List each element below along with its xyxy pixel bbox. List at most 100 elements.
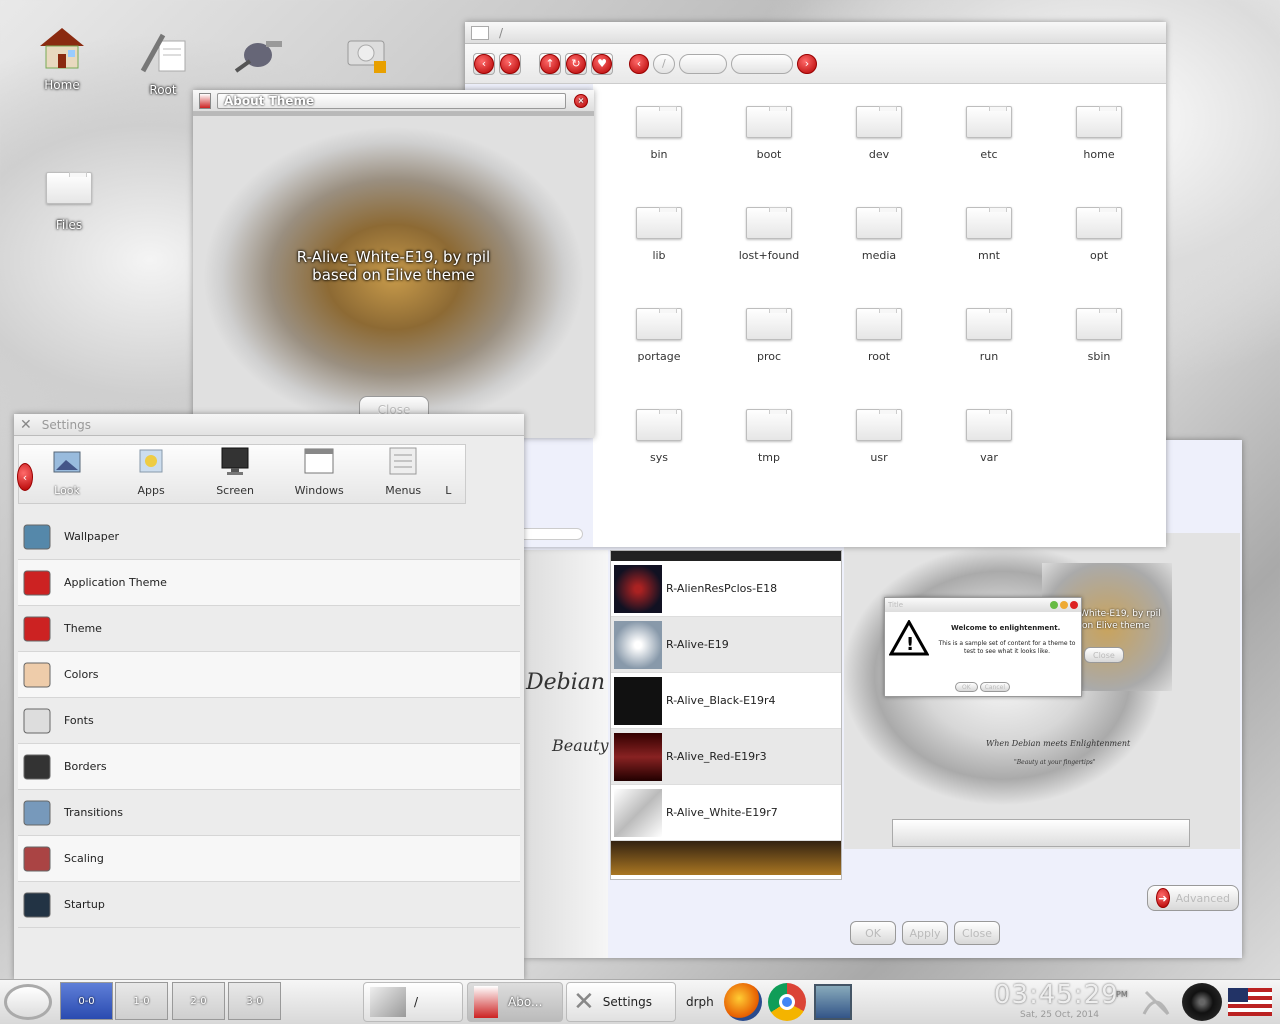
folder-icon [856, 106, 902, 138]
desktop-icon-plug[interactable] [218, 27, 298, 79]
start-menu-icon[interactable] [4, 984, 52, 1020]
folder-item[interactable]: opt [1049, 207, 1149, 262]
task-about-theme[interactable]: Abo... [467, 982, 563, 1022]
folder-item[interactable]: media [829, 207, 929, 262]
folder-item[interactable]: sbin [1049, 308, 1149, 363]
path-segment[interactable] [679, 53, 727, 74]
path-back-icon[interactable]: ‹ [629, 53, 649, 74]
settings-item[interactable]: Startup [18, 882, 520, 928]
desktop-icon-files[interactable]: Files [29, 162, 109, 232]
file-manager-titlebar[interactable]: / [465, 22, 1166, 44]
theme-thumbnail [614, 788, 662, 837]
folder-item[interactable]: dev [829, 106, 929, 161]
folder-item[interactable]: var [939, 409, 1039, 464]
refresh-button[interactable]: ↻ [565, 52, 587, 75]
close-button[interactable]: Close [954, 921, 1000, 945]
preview-popup-title: Title [888, 601, 904, 609]
about-theme-line2: based on Elive theme [312, 266, 475, 284]
desktop-icon-root[interactable]: Root [123, 27, 203, 97]
task-file-manager[interactable]: / [363, 982, 463, 1022]
folder-item[interactable]: mnt [939, 207, 1039, 262]
close-window-icon[interactable]: × [574, 93, 588, 108]
theme-list-item[interactable]: R-Alive_White-E19r7 [611, 785, 841, 841]
settings-window: ✕ Settings ‹ Look Apps Screen Windows Me… [14, 414, 524, 980]
folder-item[interactable]: home [1049, 106, 1149, 161]
settings-item-label: Wallpaper [64, 530, 120, 543]
category-windows[interactable]: Windows [277, 444, 361, 503]
network-icon[interactable] [1140, 986, 1172, 1018]
task-drph[interactable]: drph [680, 982, 720, 1022]
folder-item[interactable]: sys [609, 409, 709, 464]
theme-list[interactable]: R-AlienResPclos-E18 R-Alive-E19 R-Alive_… [610, 550, 842, 880]
category-partial[interactable]: L [445, 444, 465, 503]
settings-item[interactable]: Borders [18, 744, 520, 790]
clock[interactable]: 03:45:29 PM Sat, 25 Oct, 2014 [994, 980, 1134, 1024]
drive-icon [340, 27, 392, 79]
apply-button[interactable]: Apply [902, 921, 948, 945]
desktop-icon-home[interactable]: Home [22, 22, 102, 92]
category-screen[interactable]: Screen [193, 444, 277, 503]
settings-titlebar[interactable]: ✕ Settings [14, 414, 524, 436]
folder-item[interactable]: usr [829, 409, 929, 464]
about-theme-titlebar[interactable]: About Theme × [193, 90, 594, 112]
back-button[interactable]: ‹ [473, 52, 495, 75]
settings-item[interactable]: Transitions [18, 790, 520, 836]
refresh-icon: ↻ [566, 53, 586, 74]
pager-desk-1[interactable]: 1-0 [115, 982, 168, 1020]
scroll-left-icon[interactable]: ‹ [17, 463, 33, 491]
theme-list-item[interactable]: R-Alive_Red-E19r3 [611, 729, 841, 785]
settings-item[interactable]: Application Theme [18, 560, 520, 606]
pager-desk-2[interactable]: 2-0 [172, 982, 225, 1020]
folder-icon [746, 207, 792, 239]
up-button[interactable]: ↑ [539, 52, 561, 75]
category-look[interactable]: Look [25, 444, 109, 503]
chrome-icon[interactable] [768, 983, 806, 1021]
task-label: Abo... [508, 995, 543, 1009]
volume-icon[interactable] [1182, 983, 1222, 1021]
category-label: Menus [385, 484, 422, 497]
folder-item[interactable]: proc [719, 308, 819, 363]
settings-item[interactable]: Colors [18, 652, 520, 698]
category-apps[interactable]: Apps [109, 444, 193, 503]
folder-icon [966, 308, 1012, 340]
category-menus[interactable]: Menus [361, 444, 445, 503]
ok-button[interactable]: OK [850, 921, 896, 945]
folder-name: etc [980, 148, 998, 161]
settings-item[interactable]: Fonts [18, 698, 520, 744]
folder-item[interactable]: portage [609, 308, 709, 363]
firefox-icon[interactable] [724, 983, 762, 1021]
screenshot-icon[interactable] [814, 984, 852, 1020]
folder-item[interactable]: etc [939, 106, 1039, 161]
advanced-button[interactable]: ➜ Advanced [1147, 885, 1239, 911]
folder-item[interactable]: lost+found [719, 207, 819, 262]
task-settings[interactable]: ✕ Settings [566, 982, 676, 1022]
settings-item-label: Fonts [64, 714, 94, 727]
folder-item[interactable]: lib [609, 207, 709, 262]
theme-list-item[interactable]: R-Alive_Black-E19r4 [611, 673, 841, 729]
folder-item[interactable]: run [939, 308, 1039, 363]
us-flag-icon[interactable] [1228, 988, 1272, 1016]
desktop-icon-drive[interactable] [326, 27, 406, 79]
pager-desk-0[interactable]: 0-0 [60, 982, 113, 1020]
pager-desk-3[interactable]: 3-0 [228, 982, 281, 1020]
path-segment[interactable] [731, 53, 793, 74]
folder-item[interactable]: bin [609, 106, 709, 161]
settings-item[interactable]: Theme [18, 606, 520, 652]
path-segment-root[interactable]: / [653, 53, 675, 74]
folder-item[interactable]: root [829, 308, 929, 363]
preview-logo-sub: "Beauty at your fingertips" [1014, 759, 1096, 766]
arrow-right-icon: › [500, 53, 520, 74]
forward-button[interactable]: › [499, 52, 521, 75]
settings-item[interactable]: Wallpaper [18, 514, 520, 560]
favorites-button[interactable]: ♥ [591, 52, 613, 75]
file-manager-toolbar: ‹ › ↑ ↻ ♥ ‹ / › [465, 44, 1166, 84]
folder-icon [966, 106, 1012, 138]
folder-item[interactable]: boot [719, 106, 819, 161]
folder-item[interactable]: tmp [719, 409, 819, 464]
path-forward-icon[interactable]: › [797, 53, 817, 74]
theme-thumbnail [614, 732, 662, 781]
theme-list-item[interactable]: R-Alive-E19 [611, 617, 841, 673]
theme-list-item[interactable]: R-AlienResPclos-E18 [611, 561, 841, 617]
settings-item[interactable]: Scaling [18, 836, 520, 882]
folder-name: tmp [757, 451, 780, 464]
